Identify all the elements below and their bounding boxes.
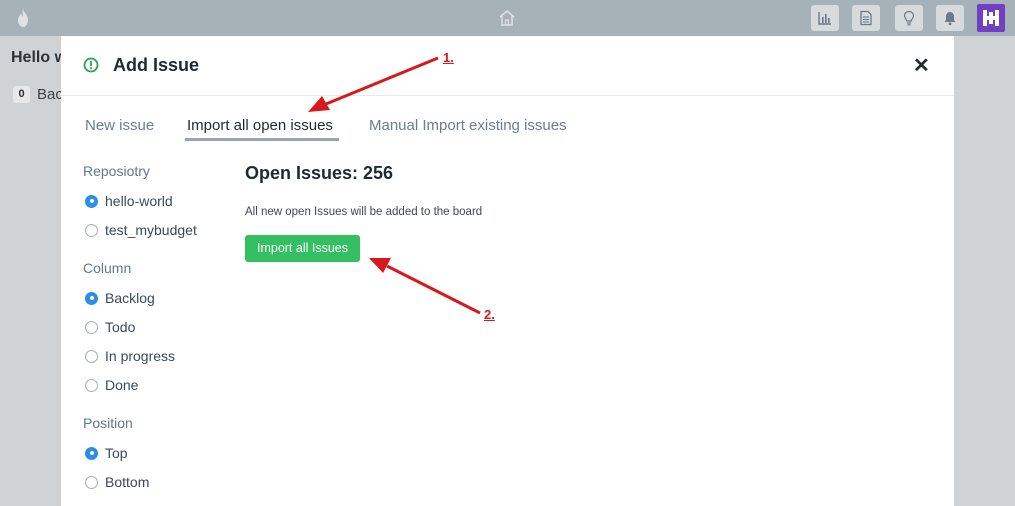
annotation-label-2: 2.	[484, 307, 495, 322]
bell-icon	[944, 12, 956, 26]
home-icon[interactable]	[497, 8, 517, 28]
radio-label: Top	[105, 445, 128, 461]
radio-button[interactable]	[85, 320, 98, 334]
import-description: All new open Issues will be added to the…	[245, 206, 483, 218]
modal-title: Add Issue	[113, 55, 200, 75]
tab-import-all-open-issues[interactable]: Import all open issues	[187, 117, 333, 134]
top-bar	[0, 0, 1015, 36]
radio-label: Todo	[105, 319, 136, 335]
radio-button[interactable]	[85, 194, 98, 208]
column-label: Column	[83, 260, 132, 276]
radio-button[interactable]	[85, 475, 98, 489]
radio-label: In progress	[105, 348, 176, 364]
app-logo[interactable]	[977, 4, 1005, 32]
radio-label: test_mybudget	[105, 222, 197, 238]
radio-column-backlog[interactable]: Backlog	[85, 290, 155, 306]
chart-button[interactable]	[811, 5, 839, 31]
radio-column-done[interactable]: Done	[85, 377, 138, 393]
logo-icon	[983, 10, 999, 26]
radio-position-bottom[interactable]: Bottom	[85, 474, 149, 490]
close-button[interactable]: ✕	[913, 56, 930, 76]
repository-label: Reposiotry	[83, 163, 150, 179]
flame-icon[interactable]	[15, 8, 31, 28]
board-title: Hello w	[11, 49, 68, 66]
radio-button[interactable]	[85, 291, 98, 305]
lightbulb-icon	[903, 10, 915, 26]
active-tab-indicator	[185, 138, 339, 141]
lightbulb-button[interactable]	[895, 5, 923, 31]
chart-icon	[818, 12, 831, 25]
radio-button[interactable]	[85, 378, 98, 392]
notifications-button[interactable]	[936, 5, 964, 31]
radio-button[interactable]	[85, 349, 98, 363]
radio-label: hello-world	[105, 193, 173, 209]
radio-label: Done	[105, 377, 139, 393]
position-label: Position	[83, 415, 133, 431]
column-name: Bac	[37, 86, 63, 103]
radio-button[interactable]	[85, 446, 98, 460]
document-button[interactable]	[852, 5, 880, 31]
add-issue-modal: Add Issue ✕ New issue Import all open is…	[61, 36, 954, 506]
tab-new-issue[interactable]: New issue	[85, 117, 154, 134]
radio-column-todo[interactable]: Todo	[85, 319, 135, 335]
open-issues-heading: Open Issues: 256	[245, 163, 394, 183]
radio-label: Bottom	[105, 474, 150, 490]
radio-repository-hello-world[interactable]: hello-world	[85, 193, 173, 209]
tab-manual-import[interactable]: Manual Import existing issues	[369, 117, 567, 134]
alert-circle-icon	[83, 57, 99, 73]
import-all-issues-button[interactable]: Import all Issues	[245, 235, 360, 262]
annotation-label-1: 1.	[443, 50, 454, 65]
radio-button[interactable]	[85, 223, 98, 237]
radio-label: Backlog	[105, 290, 155, 306]
radio-column-in-progress[interactable]: In progress	[85, 348, 175, 364]
column-count-badge: 0	[13, 86, 30, 103]
modal-header: Add Issue ✕	[61, 36, 954, 96]
radio-repository-test-mybudget[interactable]: test_mybudget	[85, 222, 197, 238]
document-icon	[860, 10, 872, 26]
radio-position-top[interactable]: Top	[85, 445, 128, 461]
